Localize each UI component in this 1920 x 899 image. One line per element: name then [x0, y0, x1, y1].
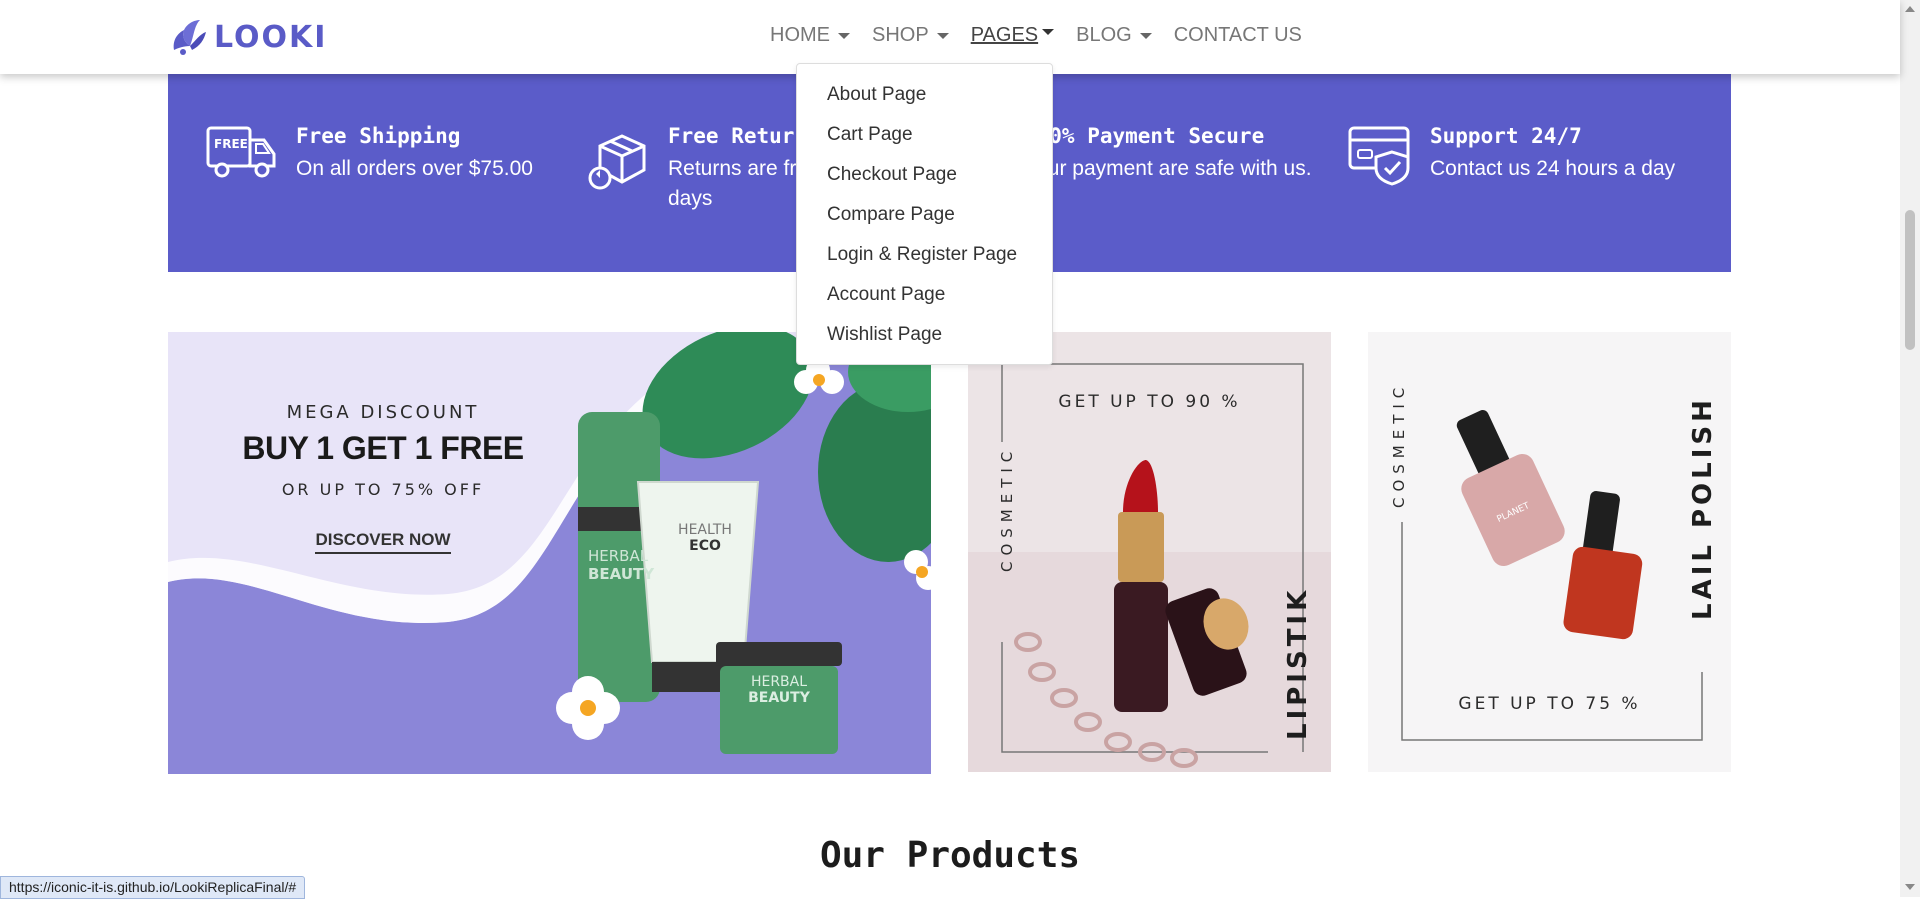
bottle-label: HERBAL BEAUTY [588, 547, 654, 583]
lotus-logo-icon [173, 20, 206, 55]
feature-title: 100% Payment Secure [1024, 124, 1265, 148]
nav-contact-label: CONTACT US [1173, 24, 1302, 46]
promo-kicker: MEGA DISCOUNT [286, 402, 480, 423]
nail-product: LAIL POLISH [1688, 396, 1718, 620]
nail-category: COSMETIC [1390, 381, 1408, 508]
chevron-down-icon [936, 32, 949, 39]
products-section-title: Our Products [819, 835, 1081, 876]
label-beauty: BEAUTY [588, 565, 655, 583]
main-nav: HOME SHOP PAGES BLOG CONTACT US [770, 24, 1324, 47]
nav-blog-label: BLOG [1076, 24, 1132, 46]
menu-item-about[interactable]: About Page [827, 84, 926, 106]
label-beauty: BEAUTY [748, 690, 810, 706]
chevron-down-icon [838, 32, 850, 39]
menu-item-account[interactable]: Account Page [827, 284, 945, 306]
feature-title: Free Shipping [296, 124, 461, 148]
lipstick-category: COSMETIC [998, 445, 1016, 572]
mega-discount-banner[interactable]: HERBAL BEAUTY HEALTH ECO HERBAL BEAUTY M… [168, 332, 931, 774]
pages-dropdown-menu: About Page Cart Page Checkout Page Compa… [796, 63, 1053, 365]
herbal-products-illustration [168, 332, 931, 774]
menu-item-wishlist[interactable]: Wishlist Page [827, 324, 942, 346]
credit-card-shield-icon [1348, 126, 1410, 186]
label-eco: ECO [689, 538, 721, 554]
brand-logo[interactable]: LOOKI [170, 16, 327, 58]
svg-text:FREE: FREE [214, 137, 248, 151]
nav-shop-label: SHOP [872, 24, 929, 46]
feature-title: Support 24/7 [1430, 124, 1582, 148]
lipstick-banner[interactable]: GET UP TO 90 % COSMETIC LIPISTIK [968, 332, 1331, 772]
lipstick-product: LIPISTIK [1283, 586, 1313, 740]
nav-shop[interactable]: SHOP [872, 24, 949, 47]
brand-name: LOOKI [214, 19, 328, 55]
label-herbal: HERBAL [750, 674, 808, 690]
lipstick-offer: GET UP TO 90 % [1058, 392, 1241, 412]
tube-label: HEALTH ECO [660, 522, 750, 554]
scroll-up-icon[interactable] [1905, 6, 1915, 12]
menu-item-cart[interactable]: Cart Page [827, 124, 913, 146]
feature-text: Your payment are safe with us. [1024, 157, 1312, 180]
menu-item-compare[interactable]: Compare Page [827, 204, 955, 226]
menu-item-checkout[interactable]: Checkout Page [827, 164, 957, 186]
chevron-down-icon [1042, 28, 1055, 35]
feature-text: Contact us 24 hours a day [1430, 157, 1676, 180]
nav-pages-label: PAGES [970, 24, 1039, 46]
page-scrollbar[interactable] [1900, 0, 1920, 897]
nail-polish-banner[interactable]: PLANET COSMETIC LAIL POLISH GET UP TO 75… [1368, 332, 1731, 772]
scrollbar-thumb[interactable] [1905, 210, 1915, 350]
feature-text: On all orders over $75.00 [296, 157, 533, 180]
delivery-truck-icon: FREE [206, 126, 276, 178]
promo-headline: BUY 1 GET 1 FREE [242, 430, 524, 466]
status-bar-url: https://iconic-it-is.github.io/LookiRepl… [0, 876, 306, 899]
nail-offer: GET UP TO 75 % [1458, 694, 1641, 714]
nav-home-label: HOME [770, 24, 830, 46]
nav-contact[interactable]: CONTACT US [1174, 24, 1302, 47]
jar-label: HERBAL BEAUTY [734, 674, 824, 706]
nav-pages[interactable]: PAGES [970, 24, 1055, 47]
chevron-down-icon [1139, 32, 1152, 39]
discover-now-link[interactable]: DISCOVER NOW [315, 530, 451, 554]
discover-now-wrapper: DISCOVER NOW [168, 530, 598, 554]
nav-blog[interactable]: BLOG [1076, 24, 1152, 47]
menu-item-login-register[interactable]: Login & Register Page [827, 244, 1017, 266]
promo-subline: OR UP TO 75% OFF [281, 480, 485, 499]
nav-home[interactable]: HOME [770, 24, 850, 47]
scroll-down-icon[interactable] [1905, 884, 1915, 890]
label-health: HEALTH [678, 522, 732, 538]
return-box-icon [588, 134, 646, 190]
